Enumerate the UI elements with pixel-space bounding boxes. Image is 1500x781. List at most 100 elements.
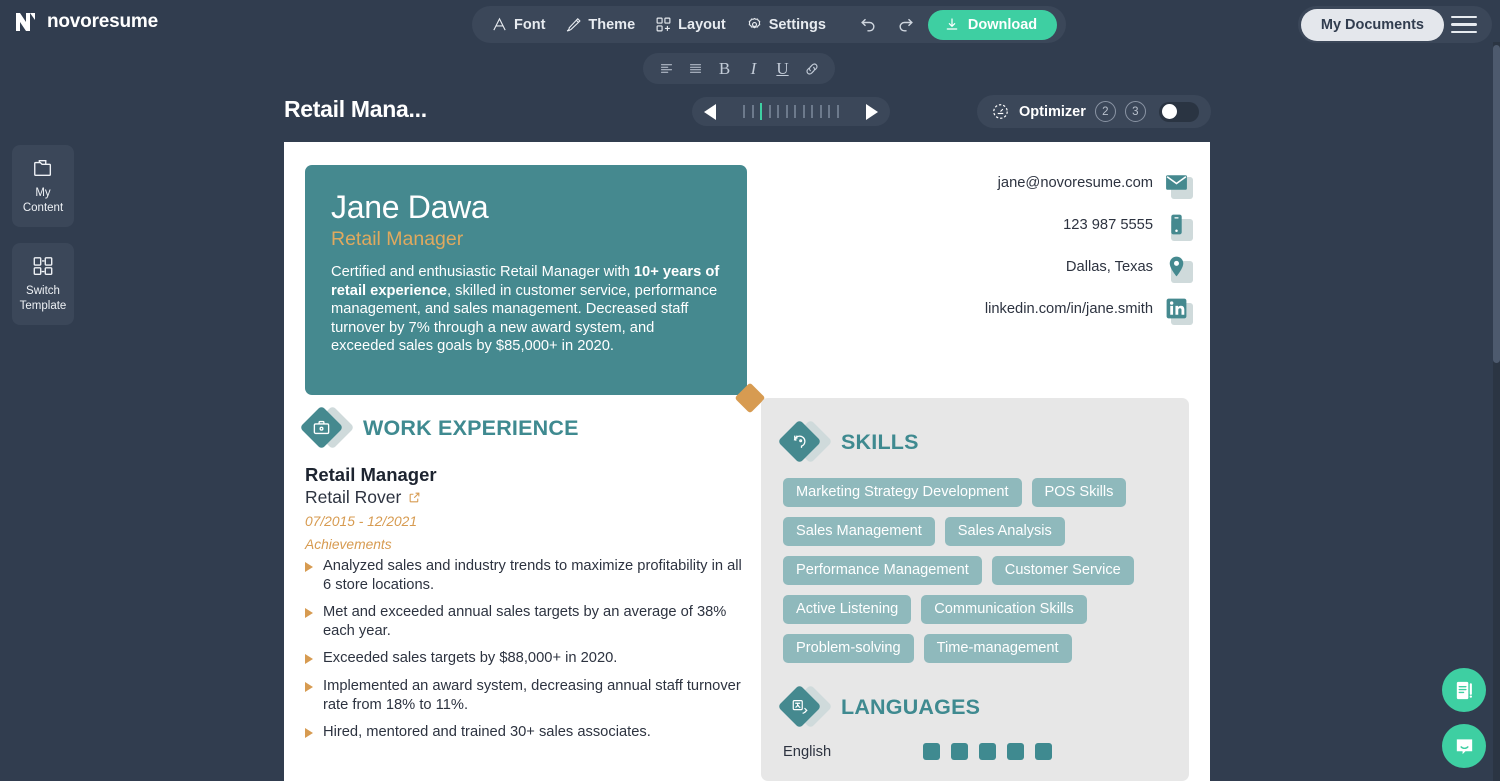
skill-tag[interactable]: Sales Analysis <box>944 517 1065 546</box>
page-tick-marks[interactable] <box>743 103 839 120</box>
work-experience-header: WORK EXPERIENCE <box>299 405 747 450</box>
achievement-text: Exceeded sales targets by $88,000+ in 20… <box>323 650 618 667</box>
skill-tag[interactable]: Sales Management <box>783 517 935 546</box>
contact-phone-text: 123 987 5555 <box>1063 217 1153 233</box>
achievements-list: Analyzed sales and industry trends to ma… <box>305 557 747 742</box>
contact-row-phone[interactable]: 123 987 5555 <box>940 204 1193 246</box>
arrow-left-icon[interactable] <box>704 103 716 120</box>
bullet-triangle-icon <box>305 728 313 739</box>
skill-tag[interactable]: Communication Skills <box>921 595 1087 624</box>
achievement-text: Implemented an award system, decreasing … <box>323 677 741 713</box>
achievement-text: Met and exceeded annual sales targets by… <box>323 604 727 639</box>
linkedin-icon <box>1164 296 1193 325</box>
redo-button[interactable] <box>890 11 922 39</box>
sidebar-item-my-content[interactable]: My Content <box>12 145 74 227</box>
align-justify-glyph <box>689 64 702 73</box>
font-tool-button[interactable]: Font <box>481 11 555 38</box>
skills-head-glyph <box>793 435 806 448</box>
achievement-text: Analyzed sales and industry trends to ma… <box>323 558 742 593</box>
bold-button[interactable]: B <box>711 56 738 81</box>
italic-button[interactable]: I <box>740 56 767 81</box>
languages-header: LANGUAGES <box>777 684 1167 729</box>
layout-tool-button[interactable]: Layout <box>645 11 736 38</box>
job-dates: 07/2015 - 12/2021 <box>305 514 418 529</box>
layout-tool-label: Layout <box>678 16 726 33</box>
skills-and-languages-panel[interactable]: SKILLS Marketing Strategy Development PO… <box>761 398 1189 781</box>
optimizer-toggle[interactable] <box>1158 101 1199 122</box>
redo-icon <box>899 18 913 32</box>
bullet-triangle-icon <box>305 608 313 619</box>
contact-row-location[interactable]: Dallas, Texas <box>940 246 1193 288</box>
gear-icon <box>748 17 760 29</box>
list-item[interactable]: Analyzed sales and industry trends to ma… <box>305 557 747 594</box>
resume-canvas[interactable]: Jane Dawa Retail Manager Certified and e… <box>284 142 1210 781</box>
list-item[interactable]: Exceeded sales targets by $88,000+ in 20… <box>305 649 747 668</box>
bullet-triangle-icon <box>305 562 313 572</box>
align-justify-icon[interactable] <box>682 56 709 81</box>
sidebar-item-switch-template[interactable]: Switch Template <box>12 243 74 325</box>
download-label: Download <box>967 16 1038 33</box>
skill-tag[interactable]: Time-management <box>923 634 1072 663</box>
sidebar-item-my-content-label: My Content <box>22 187 64 214</box>
contact-row-linkedin[interactable]: linkedin.com/in/jane.smith <box>940 288 1193 330</box>
theme-tool-button[interactable]: Theme <box>555 11 645 38</box>
document-edit-icon <box>1456 681 1472 699</box>
contact-email-text: jane@novoresume.com <box>997 175 1153 191</box>
folder-content-icon <box>34 159 52 177</box>
arrow-right-icon[interactable] <box>866 103 878 120</box>
optimizer-badge-2[interactable]: 3 <box>1124 101 1146 122</box>
skill-tag[interactable]: POS Skills <box>1031 478 1127 507</box>
list-item[interactable]: Hired, mentored and trained 30+ sales as… <box>305 723 747 742</box>
resume-header-block[interactable]: Jane Dawa Retail Manager Certified and e… <box>305 165 747 395</box>
work-experience-section[interactable]: WORK EXPERIENCE Retail Manager Retail Ro… <box>299 405 747 751</box>
brush-icon <box>567 18 582 32</box>
email-glyph <box>1166 175 1187 190</box>
chat-bubble-fab[interactable] <box>1442 724 1486 768</box>
skill-tag[interactable]: Active Listening <box>783 595 912 624</box>
brand-logo-area[interactable]: novoresume <box>14 10 158 34</box>
contact-info-list: jane@novoresume.com 123 987 5555 Dallas,… <box>940 162 1193 330</box>
list-item[interactable]: Implemented an award system, decreasing … <box>305 677 747 714</box>
languages-title: LANGUAGES <box>841 694 981 719</box>
job-company-name: Retail Rover <box>305 487 402 507</box>
undo-icon <box>861 18 875 32</box>
candidate-role: Retail Manager <box>331 228 464 250</box>
align-left-icon[interactable] <box>653 56 680 81</box>
location-pin-glyph <box>1169 256 1184 277</box>
settings-tool-button[interactable]: Settings <box>736 11 836 38</box>
my-documents-button[interactable]: My Documents <box>1300 8 1444 41</box>
bullet-triangle-icon <box>305 654 313 665</box>
skills-title: SKILLS <box>841 429 919 454</box>
link-icon[interactable] <box>798 56 825 81</box>
link-glyph <box>805 62 818 75</box>
text-format-toolbar: B I U <box>643 53 835 84</box>
skill-tag[interactable]: Performance Management <box>783 556 982 585</box>
optimizer-widget: Optimizer 2 3 <box>977 95 1211 128</box>
achievement-text: Hired, mentored and trained 30+ sales as… <box>323 724 651 741</box>
list-item[interactable]: Met and exceeded annual sales targets by… <box>305 603 747 640</box>
linkedin-glyph <box>1166 298 1187 319</box>
document-edit-fab[interactable] <box>1442 668 1486 712</box>
language-level-indicator[interactable] <box>923 743 1052 760</box>
optimizer-badge-1[interactable]: 2 <box>1094 101 1116 122</box>
skill-tag[interactable]: Customer Service <box>991 556 1134 585</box>
document-title[interactable]: Retail Mana... <box>284 96 427 123</box>
brand-name: novoresume <box>47 11 158 32</box>
language-row-english[interactable]: English <box>783 743 1167 760</box>
editor-toolbar: Font Theme Layout Settings Download <box>472 6 1067 43</box>
download-button[interactable]: Download <box>927 9 1058 40</box>
header-right-group: My Documents <box>1297 6 1492 43</box>
underline-button[interactable]: U <box>769 56 796 81</box>
settings-tool-label: Settings <box>768 16 826 33</box>
skill-tag[interactable]: Marketing Strategy Development <box>783 478 1022 507</box>
phone-icon <box>1164 212 1193 241</box>
contact-row-email[interactable]: jane@novoresume.com <box>940 162 1193 204</box>
page-scrollbar-thumb[interactable] <box>1493 45 1500 363</box>
hamburger-menu-icon[interactable] <box>1446 10 1482 40</box>
skill-tag[interactable]: Problem-solving <box>783 634 914 663</box>
external-link-icon[interactable] <box>408 491 421 504</box>
contact-linkedin-text: linkedin.com/in/jane.smith <box>984 301 1153 317</box>
undo-button[interactable] <box>852 11 884 39</box>
font-tool-label: Font <box>514 16 546 33</box>
summary-part-1: Certified and enthusiastic Retail Manage… <box>331 264 634 280</box>
